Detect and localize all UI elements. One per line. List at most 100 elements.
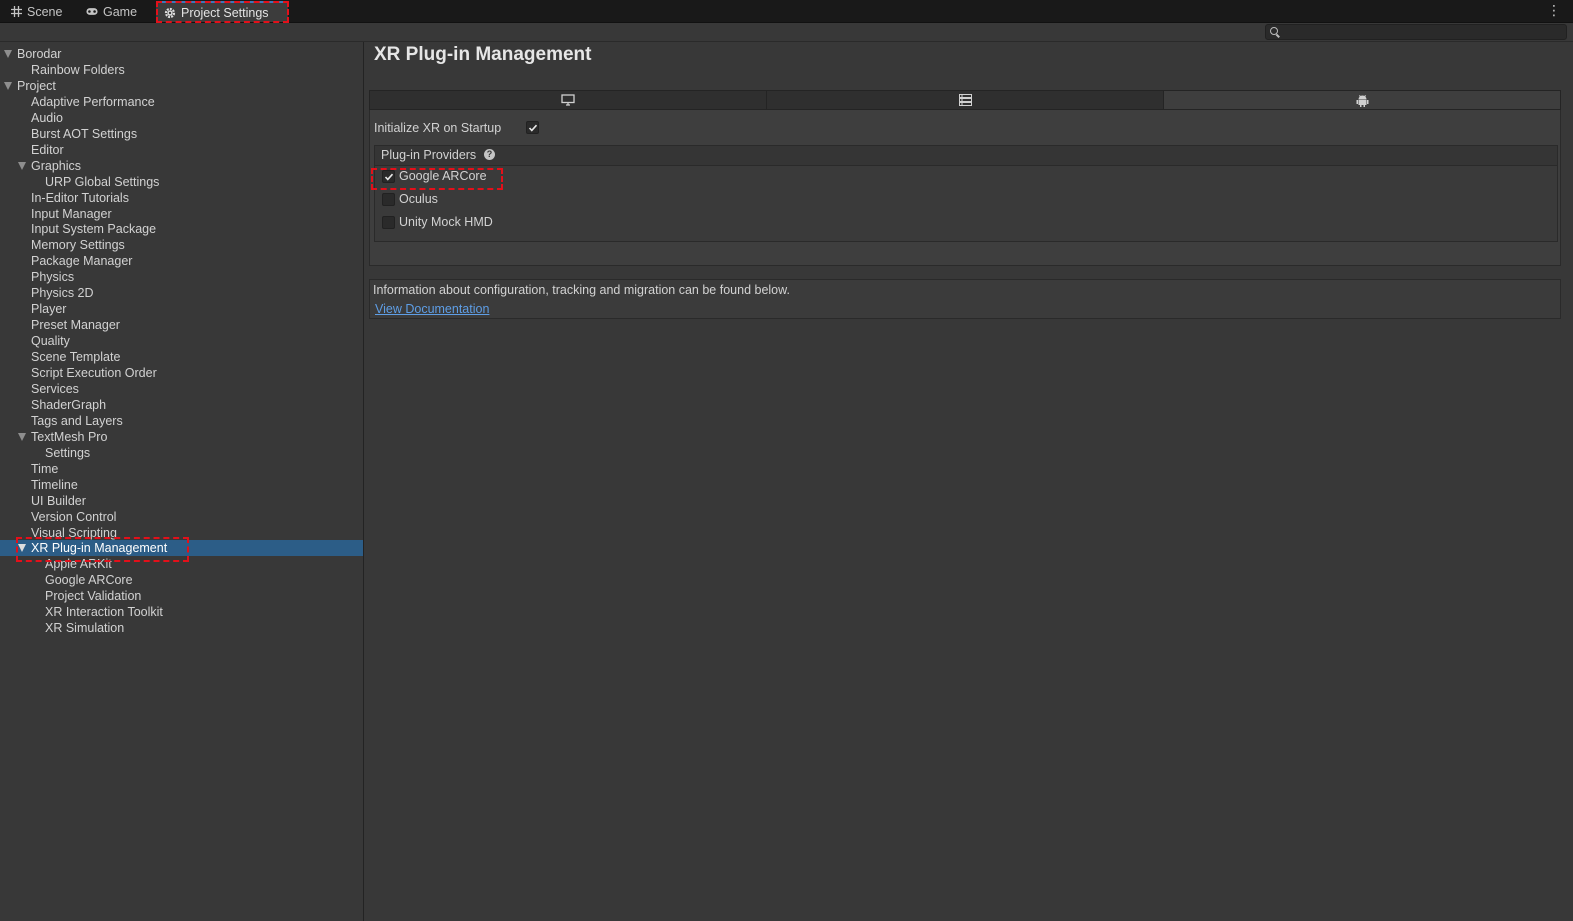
sidebar-item-rainbow-folders[interactable]: Rainbow Folders [0, 62, 363, 78]
provider-oculus[interactable]: Oculus [375, 190, 1557, 210]
sidebar-item-project-validation[interactable]: Project Validation [0, 588, 363, 604]
provider-label: Google ARCore [399, 169, 487, 183]
provider-checkbox-oculus[interactable] [382, 193, 395, 206]
sidebar-item-version-control[interactable]: Version Control [0, 509, 363, 525]
plugin-providers-title: Plug-in Providers [381, 148, 477, 162]
sidebar-item-project[interactable]: Project [0, 78, 363, 94]
provider-google-arcore[interactable]: Google ARCore [375, 167, 1557, 187]
tab-scene-label: Scene [27, 4, 63, 19]
expand-arrow-icon[interactable] [4, 81, 12, 90]
sidebar-item-textmesh-pro[interactable]: TextMesh Pro [0, 429, 363, 445]
provider-checkbox-unity-mock-hmd[interactable] [382, 216, 395, 229]
sidebar-item-label: Project Validation [45, 589, 142, 604]
sidebar-item-xr-interaction-toolkit[interactable]: XR Interaction Toolkit [0, 604, 363, 620]
sidebar-item-audio[interactable]: Audio [0, 110, 363, 126]
sidebar-item-label: Physics [31, 270, 75, 285]
sidebar-item-label: Project [17, 78, 56, 93]
platform-tab-standalone[interactable] [370, 91, 767, 109]
sidebar-item-label: Burst AOT Settings [31, 126, 138, 141]
sidebar-item-services[interactable]: Services [0, 381, 363, 397]
init-xr-checkbox[interactable] [526, 121, 539, 134]
expand-arrow-icon[interactable] [18, 432, 26, 441]
sidebar-item-label: Scene Template [31, 350, 121, 365]
settings-sidebar: Borodar Rainbow Folders Project Adaptive Pe… [0, 42, 364, 921]
tab-game[interactable]: Game [78, 1, 150, 22]
sidebar-item-player[interactable]: Player [0, 301, 363, 317]
sidebar-item-urp-global-settings[interactable]: URP Global Settings [0, 174, 363, 190]
plugin-providers-header: Plug-in Providers ? [375, 146, 1557, 166]
tab-scene[interactable]: Scene [2, 1, 74, 22]
view-documentation-link[interactable]: View Documentation [375, 302, 489, 316]
provider-checkbox-google-arcore[interactable] [382, 170, 395, 183]
platform-tabs [369, 90, 1561, 110]
sidebar-item-label: URP Global Settings [45, 174, 160, 189]
sidebar-item-memory-settings[interactable]: Memory Settings [0, 237, 363, 253]
sidebar-item-xr-simulation[interactable]: XR Simulation [0, 620, 363, 636]
sidebar-item-editor[interactable]: Editor [0, 142, 363, 158]
desktop-icon [561, 94, 575, 106]
sidebar-item-graphics[interactable]: Graphics [0, 158, 363, 174]
sidebar-item-label: Time [31, 461, 59, 476]
sidebar-item-borodar[interactable]: Borodar [0, 46, 363, 62]
sidebar-item-package-manager[interactable]: Package Manager [0, 253, 363, 269]
sidebar-item-physics-2d[interactable]: Physics 2D [0, 285, 363, 301]
checkmark-icon [528, 124, 538, 132]
sidebar-item-adaptive-performance[interactable]: Adaptive Performance [0, 94, 363, 110]
sidebar-item-label: Settings [45, 445, 91, 460]
expand-arrow-icon[interactable] [18, 161, 26, 170]
sidebar-item-label: Physics 2D [31, 286, 94, 301]
sidebar-item-label: Player [31, 302, 67, 317]
platform-tab-android[interactable] [1164, 91, 1560, 109]
sidebar-item-ui-builder[interactable]: UI Builder [0, 493, 363, 509]
tab-project-settings[interactable]: Project Settings [156, 1, 288, 22]
gamepad-icon [86, 6, 98, 18]
search-icon [1270, 27, 1278, 35]
sidebar-item-preset-manager[interactable]: Preset Manager [0, 317, 363, 333]
sidebar-item-label: Quality [31, 334, 70, 349]
sidebar-item-label: XR Interaction Toolkit [45, 605, 163, 620]
sidebar-item-label: XR Plug-in Management [31, 541, 168, 556]
tab-project-settings-label: Project Settings [181, 5, 269, 20]
sidebar-item-in-editor-tutorials[interactable]: In-Editor Tutorials [0, 190, 363, 206]
sidebar-item-xr-plug-in-management[interactable]: XR Plug-in Management [0, 540, 363, 557]
provider-unity-mock-hmd[interactable]: Unity Mock HMD [375, 213, 1557, 233]
sidebar-item-scene-template[interactable]: Scene Template [0, 349, 363, 365]
sidebar-item-label: Google ARCore [45, 573, 133, 588]
sidebar-item-label: Preset Manager [31, 318, 120, 333]
sidebar-item-label: Editor [31, 142, 64, 157]
sidebar-item-input-system-package[interactable]: Input System Package [0, 221, 363, 237]
more-options-icon[interactable]: ⋮ [1547, 3, 1561, 17]
editor-tab-bar: Scene Game Project Settings ⋮ [0, 0, 1573, 23]
sidebar-item-label: Adaptive Performance [31, 94, 155, 109]
sidebar-item-label: Input Manager [31, 206, 112, 221]
sidebar-item-label: Apple ARKit [45, 557, 112, 572]
sidebar-item-label: Audio [31, 110, 63, 125]
sidebar-item-physics[interactable]: Physics [0, 269, 363, 285]
sidebar-item-apple-arkit[interactable]: Apple ARKit [0, 556, 363, 572]
gear-icon [164, 7, 176, 19]
sidebar-item-time[interactable]: Time [0, 461, 363, 477]
search-box[interactable] [1265, 24, 1567, 40]
sidebar-item-visual-scripting[interactable]: Visual Scripting [0, 525, 363, 541]
sidebar-item-label: Graphics [31, 158, 82, 173]
main-panel: XR Plug-in Management Initialize XR on S… [364, 42, 1573, 921]
sidebar-item-label: Services [31, 381, 79, 396]
sidebar-item-input-manager[interactable]: Input Manager [0, 206, 363, 222]
page-title: XR Plug-in Management [374, 44, 592, 65]
sidebar-item-tags-and-layers[interactable]: Tags and Layers [0, 413, 363, 429]
sidebar-item-timeline[interactable]: Timeline [0, 477, 363, 493]
sidebar-item-label: Input System Package [31, 222, 157, 237]
expand-arrow-icon[interactable] [4, 50, 12, 58]
sidebar-item-burst-aot-settings[interactable]: Burst AOT Settings [0, 126, 363, 142]
sidebar-item-label: Version Control [31, 509, 117, 524]
search-input[interactable] [1282, 25, 1562, 39]
platform-tab-server[interactable] [767, 91, 1164, 109]
sidebar-item-google-arcore[interactable]: Google ARCore [0, 572, 363, 588]
sidebar-item-label: XR Simulation [45, 621, 125, 636]
sidebar-item-quality[interactable]: Quality [0, 333, 363, 349]
sidebar-item-shadergraph[interactable]: ShaderGraph [0, 397, 363, 413]
sidebar-item-script-execution-order[interactable]: Script Execution Order [0, 365, 363, 381]
expand-arrow-icon[interactable] [18, 544, 26, 553]
sidebar-item-settings[interactable]: Settings [0, 445, 363, 461]
help-icon[interactable]: ? [484, 149, 495, 160]
